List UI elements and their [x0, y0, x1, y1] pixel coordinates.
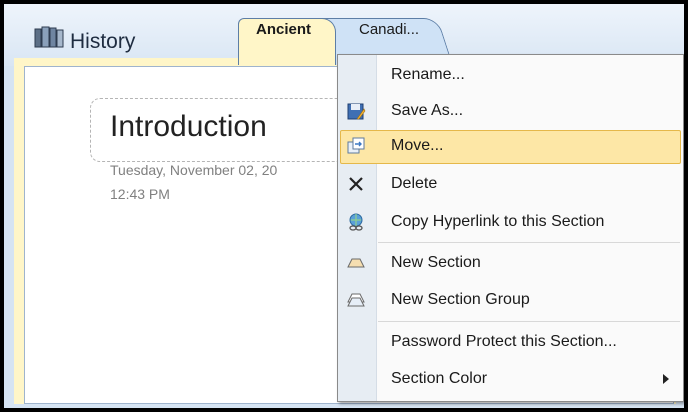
- menu-item-label: Rename...: [391, 66, 465, 83]
- tab-canadi-label[interactable]: Canadi...: [359, 21, 419, 38]
- menu-separator: [378, 321, 680, 322]
- menu-item-label: Copy Hyperlink to this Section: [391, 213, 605, 230]
- menu-item-label: Save As...: [391, 102, 464, 119]
- menu-item-password-protect[interactable]: Password Protect this Section...: [338, 324, 683, 360]
- menu-item-label: New Section Group: [391, 291, 530, 308]
- menu-separator: [378, 242, 680, 243]
- menu-item-label: New Section: [391, 254, 481, 271]
- section-context-menu: Rename... Save As... Move... Delete Copy…: [337, 54, 684, 402]
- page-time: 12:43 PM: [110, 186, 170, 202]
- menu-item-delete[interactable]: Delete: [338, 166, 683, 202]
- save-as-icon: [347, 103, 366, 120]
- notebook-title[interactable]: History: [70, 30, 135, 54]
- tab-ancient-label[interactable]: Ancient: [256, 21, 311, 38]
- menu-item-move[interactable]: Move...: [338, 128, 683, 164]
- menu-item-label: Move...: [391, 137, 444, 154]
- notebook-books-icon: [34, 26, 64, 48]
- new-section-group-icon: [347, 293, 365, 307]
- new-section-icon: [347, 258, 365, 268]
- move-icon: [347, 137, 365, 154]
- menu-item-label: Section Color: [391, 370, 488, 387]
- menu-item-save-as[interactable]: Save As...: [338, 93, 683, 129]
- menu-item-new-section[interactable]: New Section: [338, 245, 683, 281]
- page-title[interactable]: Introduction: [110, 110, 267, 144]
- menu-item-label: Password Protect this Section...: [391, 333, 617, 350]
- menu-item-copy-hyperlink[interactable]: Copy Hyperlink to this Section: [338, 204, 683, 240]
- delete-x-icon: [349, 177, 363, 191]
- menu-item-rename[interactable]: Rename...: [338, 57, 683, 93]
- submenu-arrow-icon: [663, 374, 669, 384]
- menu-item-label: Delete: [391, 175, 438, 192]
- menu-item-new-section-group[interactable]: New Section Group: [338, 282, 683, 318]
- page-date: Tuesday, November 02, 20: [110, 162, 278, 178]
- menu-item-section-color[interactable]: Section Color: [338, 361, 683, 397]
- hyperlink-icon: [349, 213, 363, 231]
